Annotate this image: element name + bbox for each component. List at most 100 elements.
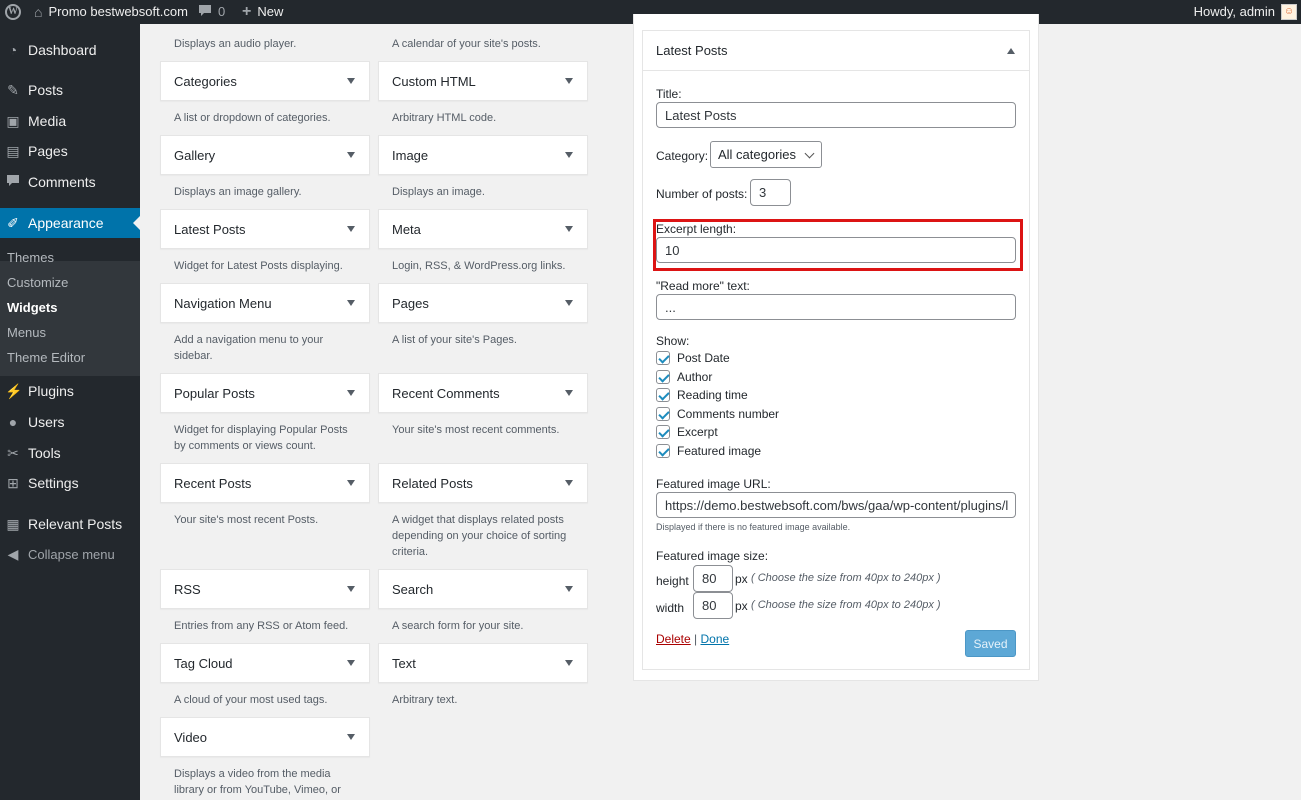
read-more-input[interactable]: ... <box>656 294 1016 320</box>
brush-icon: ✐ <box>7 214 19 231</box>
widget-image[interactable]: Image <box>378 135 588 175</box>
widget-description: Widget for displaying Popular Posts by c… <box>174 424 348 452</box>
account-menu[interactable]: Howdy, admin ☺ <box>1194 0 1297 24</box>
widget-toggle-arrow-icon[interactable] <box>565 300 573 306</box>
checkbox-label: Author <box>677 370 713 384</box>
widget-gallery[interactable]: Gallery <box>160 135 370 175</box>
widget-toggle-arrow-icon[interactable] <box>565 660 573 666</box>
collapse-menu-button[interactable]: ◀ Collapse menu <box>0 539 140 569</box>
show-label: Show: <box>656 334 690 348</box>
number-of-posts-input[interactable]: 3 <box>750 179 791 206</box>
appearance-submenu: Themes Customize Widgets Menus Theme Edi… <box>0 250 140 376</box>
widget-toggle-arrow-icon[interactable] <box>565 152 573 158</box>
widget-title: Recent Posts <box>174 475 252 491</box>
sidebar-item-label: Dashboard <box>28 42 97 58</box>
widget-popular-posts[interactable]: Popular Posts <box>160 373 370 413</box>
sidebar-item-label: Pages <box>28 143 68 159</box>
widget-toggle-arrow-icon[interactable] <box>347 390 355 396</box>
show-excerpt-checkbox[interactable]: Excerpt <box>656 425 718 439</box>
show-comments-number-checkbox[interactable]: Comments number <box>656 407 779 421</box>
site-name-link[interactable]: ⌂ Promo bestwebsoft.com <box>34 0 188 24</box>
widget-toggle-arrow-icon[interactable] <box>347 586 355 592</box>
widget-text[interactable]: Text <box>378 643 588 683</box>
sidebar-item-relevant-posts[interactable]: ▦ Relevant Posts <box>0 509 140 539</box>
sidebar-item-comments[interactable]: Comments <box>0 167 140 197</box>
widget-toggle-arrow-icon[interactable] <box>347 152 355 158</box>
widget-description: Displays a video from the media library … <box>174 768 341 796</box>
sidebar-item-label: Media <box>28 113 67 129</box>
widget-tag-cloud[interactable]: Tag Cloud <box>160 643 370 683</box>
widget-toggle-arrow-icon[interactable] <box>565 480 573 486</box>
sidebar-item-appearance[interactable]: ✐ Appearance <box>0 208 140 238</box>
saved-button[interactable]: Saved <box>965 630 1016 657</box>
submenu-item-menus[interactable]: Menus <box>7 325 46 340</box>
widget-toggle-arrow-icon[interactable] <box>565 78 573 84</box>
title-input[interactable]: Latest Posts <box>656 102 1016 128</box>
widget-search[interactable]: Search <box>378 569 588 609</box>
widget-navigation-menu[interactable]: Navigation Menu <box>160 283 370 323</box>
excerpt-length-input[interactable]: 10 <box>656 237 1016 263</box>
checkbox-label: Featured image <box>677 444 762 458</box>
widget-toggle-arrow-icon[interactable] <box>347 78 355 84</box>
height-input[interactable]: 80 <box>693 565 733 592</box>
submenu-item-widgets[interactable]: Widgets <box>7 300 57 315</box>
chevron-down-icon <box>804 148 815 159</box>
sidebar-item-pages[interactable]: ▤ Pages <box>0 136 140 166</box>
widget-toggle-arrow-icon[interactable] <box>565 586 573 592</box>
collapse-arrow-icon[interactable] <box>1007 48 1015 54</box>
sidebar-item-posts[interactable]: ✎ Posts <box>0 75 140 105</box>
show-featured-image-checkbox[interactable]: Featured image <box>656 444 761 458</box>
width-label: width <box>656 601 685 615</box>
widget-categories[interactable]: Categories <box>160 61 370 101</box>
show-reading-time-checkbox[interactable]: Reading time <box>656 388 748 402</box>
sidebar-item-label: Posts <box>28 82 64 98</box>
checkbox-label: Reading time <box>677 388 748 402</box>
sidebar-item-plugins[interactable]: ⚡ Plugins <box>0 376 140 406</box>
widget-toggle-arrow-icon[interactable] <box>565 390 573 396</box>
widget-toggle-arrow-icon[interactable] <box>347 734 355 740</box>
submenu-item-theme-editor[interactable]: Theme Editor <box>7 350 85 365</box>
comments-link[interactable]: 0 <box>198 0 225 24</box>
widget-recent-comments[interactable]: Recent Comments <box>378 373 588 413</box>
show-author-checkbox[interactable]: Author <box>656 370 712 384</box>
widget-toggle-arrow-icon[interactable] <box>347 480 355 486</box>
sidebar-item-users[interactable]: ● Users <box>0 407 140 437</box>
widget-pages[interactable]: Pages <box>378 283 588 323</box>
checkbox-checked[interactable] <box>656 370 670 384</box>
widget-toggle-arrow-icon[interactable] <box>347 300 355 306</box>
widget-rss[interactable]: RSS <box>160 569 370 609</box>
done-link[interactable]: Done <box>701 632 730 646</box>
widget-description: A cloud of your most used tags. <box>174 694 328 706</box>
featured-image-url-input[interactable]: https://demo.bestwebsoft.com/bws/gaa/wp-… <box>656 492 1016 518</box>
widget-custom-html[interactable]: Custom HTML <box>378 61 588 101</box>
widget-title: Categories <box>174 73 237 89</box>
delete-link[interactable]: Delete <box>656 632 691 646</box>
widget-meta[interactable]: Meta <box>378 209 588 249</box>
checkbox-checked[interactable] <box>656 444 670 458</box>
checkbox-checked[interactable] <box>656 351 670 365</box>
show-post-date-checkbox[interactable]: Post Date <box>656 351 730 365</box>
category-select[interactable]: All categories <box>710 141 822 168</box>
wordpress-logo-icon[interactable]: W <box>4 0 22 24</box>
widget-recent-posts[interactable]: Recent Posts <box>160 463 370 503</box>
width-input[interactable]: 80 <box>693 592 733 619</box>
checkbox-checked[interactable] <box>656 425 670 439</box>
checkbox-checked[interactable] <box>656 388 670 402</box>
widget-toggle-arrow-icon[interactable] <box>565 226 573 232</box>
comments-count: 0 <box>218 4 226 19</box>
new-content-link[interactable]: + New <box>242 0 283 24</box>
widget-video[interactable]: Video <box>160 717 370 757</box>
checkbox-checked[interactable] <box>656 407 670 421</box>
sidebar-item-settings[interactable]: ⊞ Settings <box>0 468 140 498</box>
sidebar-item-media[interactable]: ▣ Media <box>0 106 140 136</box>
submenu-item-themes[interactable]: Themes <box>7 250 54 265</box>
widget-related-posts[interactable]: Related Posts <box>378 463 588 503</box>
submenu-item-customize[interactable]: Customize <box>7 275 68 290</box>
widget-title: Latest Posts <box>174 221 246 237</box>
sidebar-item-dashboard[interactable]: ◔ Dashboard <box>0 35 140 65</box>
widget-toggle-arrow-icon[interactable] <box>347 660 355 666</box>
sidebar-item-tools[interactable]: ✂ Tools <box>0 438 140 468</box>
widget-latest-posts[interactable]: Latest Posts <box>160 209 370 249</box>
widget-toggle-arrow-icon[interactable] <box>347 226 355 232</box>
widget-header[interactable]: Latest Posts <box>643 31 1029 71</box>
